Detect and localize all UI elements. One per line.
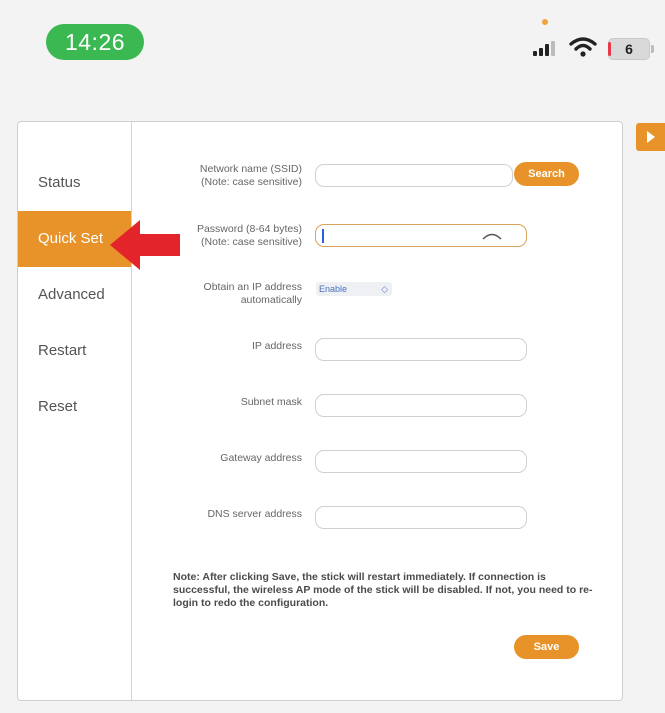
status-time: 14:26	[46, 24, 144, 60]
ip-address-label: IP address	[251, 340, 302, 352]
ssid-label: Network name (SSID) (Note: case sensitive…	[199, 163, 302, 188]
obtain-ip-label: Obtain an IP address automatically	[203, 281, 302, 306]
text-cursor	[322, 229, 324, 243]
gateway-address-input[interactable]	[315, 450, 527, 473]
battery-icon: 6	[608, 38, 654, 60]
subnet-mask-label: Subnet mask	[240, 396, 302, 408]
expand-panel-tab[interactable]	[636, 123, 665, 151]
sidebar-nav: Status Quick Set Advanced Restart Reset	[18, 122, 132, 700]
subnet-mask-input[interactable]	[315, 394, 527, 417]
battery-level: 6	[625, 41, 633, 57]
save-note: Note: After clicking Save, the stick wil…	[173, 571, 593, 609]
sidebar-item-restart[interactable]: Restart	[18, 323, 131, 379]
search-button[interactable]: Search	[514, 162, 579, 186]
play-arrow-icon	[647, 131, 655, 143]
gateway-address-label: Gateway address	[220, 452, 302, 464]
sidebar-item-status[interactable]: Status	[18, 155, 131, 211]
password-input[interactable]	[315, 224, 527, 247]
privacy-indicator-dot	[542, 19, 548, 25]
ip-address-input[interactable]	[315, 338, 527, 361]
sidebar-item-reset[interactable]: Reset	[18, 379, 131, 435]
dropdown-arrow-icon: ◇	[381, 284, 388, 294]
obtain-ip-select[interactable]: Enable ◇	[316, 282, 392, 296]
password-label: Password (8-64 bytes) (Note: case sensiti…	[196, 223, 302, 248]
sidebar-item-advanced[interactable]: Advanced	[18, 267, 131, 323]
wifi-icon	[569, 37, 597, 57]
eye-closed-icon[interactable]	[481, 230, 503, 242]
cellular-signal-icon	[533, 40, 561, 56]
dns-server-input[interactable]	[315, 506, 527, 529]
dns-server-label: DNS server address	[207, 508, 302, 520]
ssid-input[interactable]	[315, 164, 513, 187]
save-button[interactable]: Save	[514, 635, 579, 659]
